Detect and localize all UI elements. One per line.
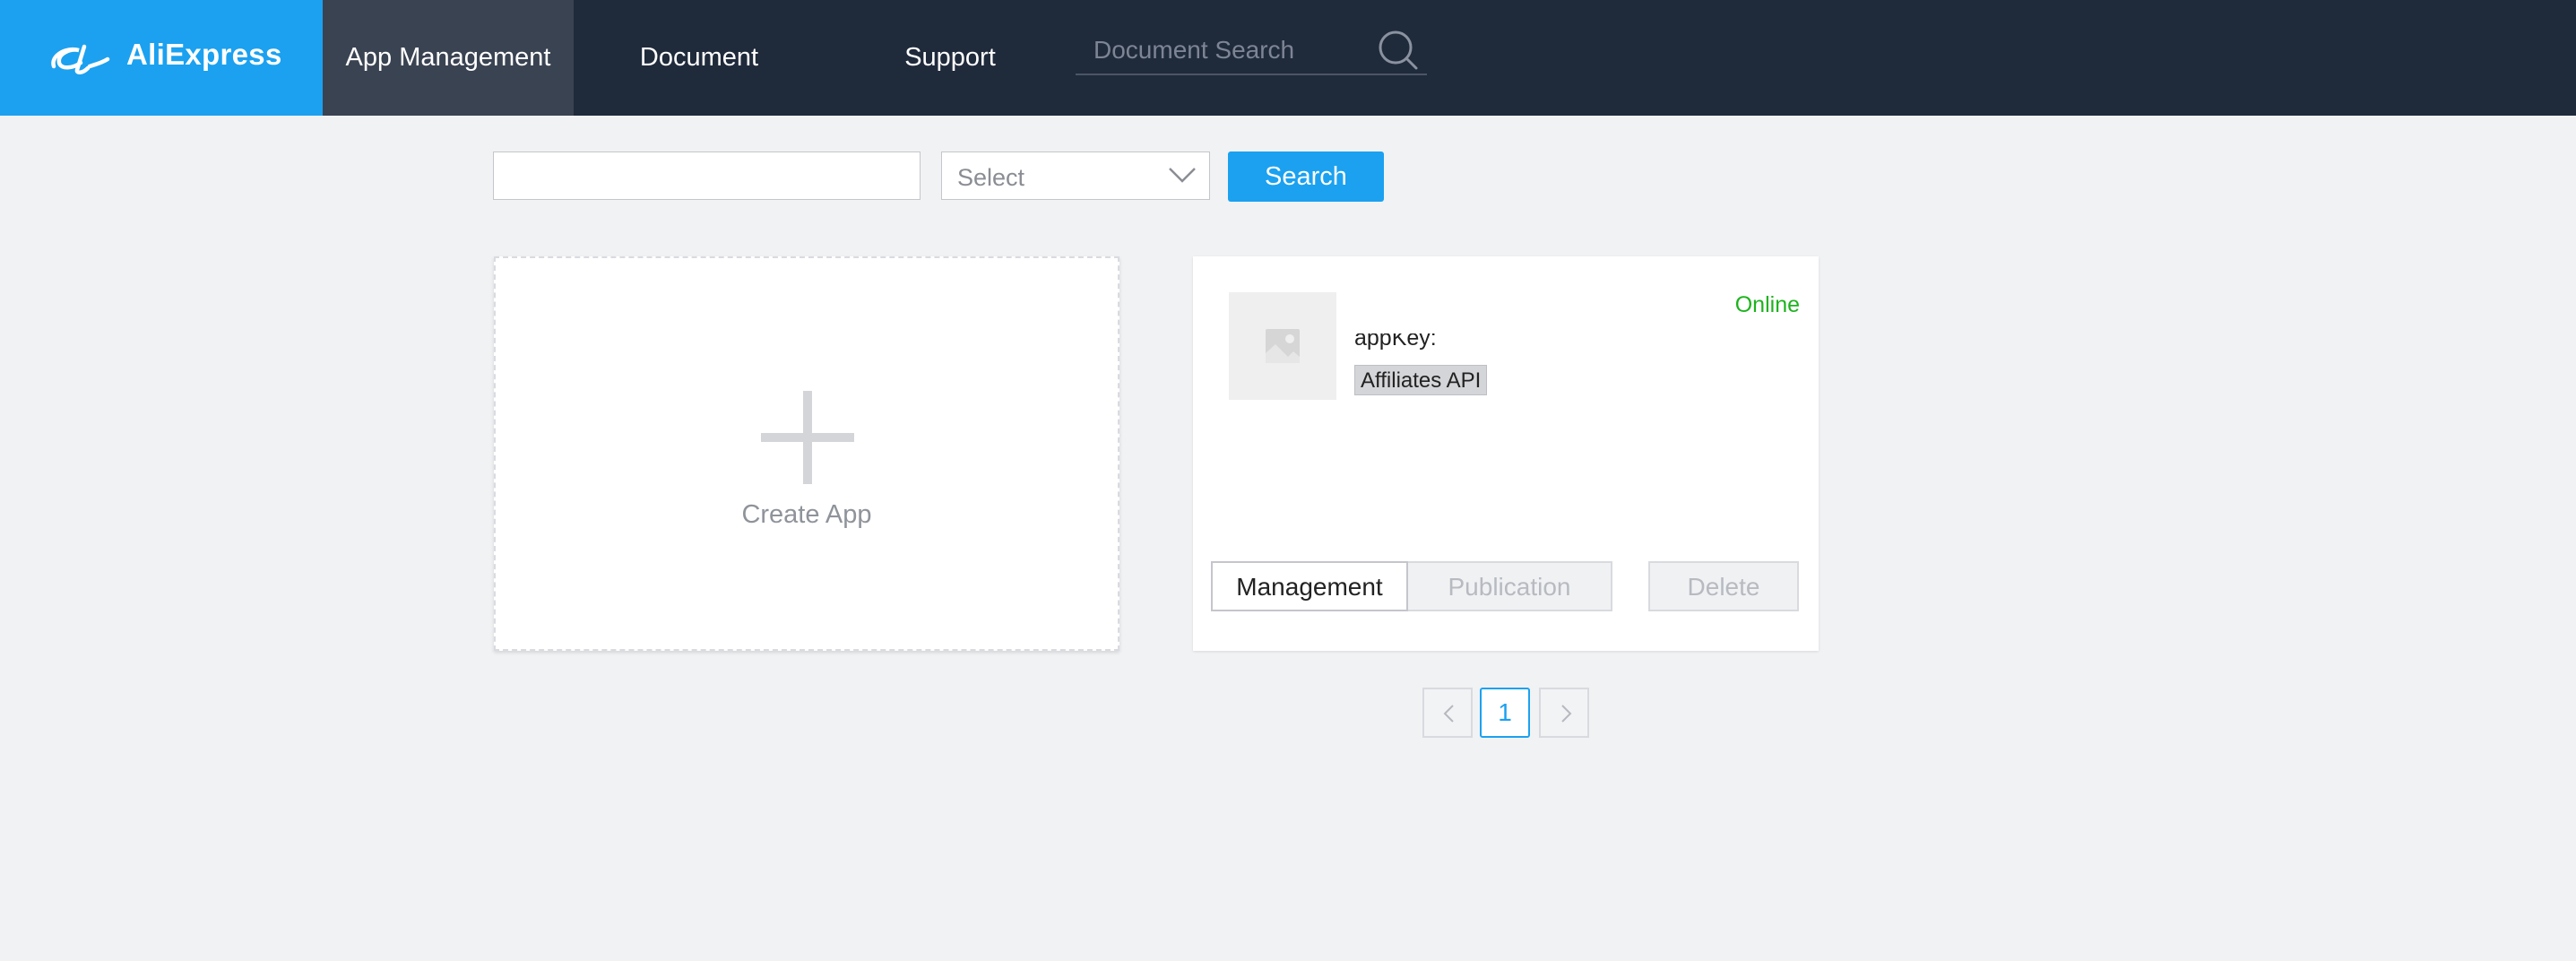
chevron-right-icon [1561, 705, 1572, 723]
nav-app-management[interactable]: App Management [323, 0, 574, 116]
create-app-label: Create App [741, 500, 872, 529]
status-badge: Online [1734, 292, 1800, 317]
next-page-button[interactable] [1539, 688, 1589, 738]
prev-page-button[interactable] [1422, 688, 1473, 738]
document-search [1076, 23, 1427, 75]
top-navigation-bar: AliExpress App Management Document Suppo… [0, 0, 2576, 116]
search-button[interactable]: Search [1228, 152, 1384, 202]
plus-icon [761, 391, 854, 484]
select-label: Select [957, 164, 1025, 191]
appkey-label: appKey: [1354, 333, 1437, 350]
appkey-line: appKey: [1354, 333, 1437, 350]
chevron-left-icon [1443, 705, 1454, 723]
publication-button[interactable]: Publication [1408, 561, 1612, 611]
nav-document[interactable]: Document [609, 0, 789, 116]
api-tag: Affiliates API [1354, 365, 1488, 395]
management-button[interactable]: Management [1211, 561, 1408, 611]
app-card: Online appKey: Affiliates API Management… [1193, 256, 1819, 651]
page-number-button[interactable]: 1 [1480, 688, 1530, 738]
aliexpress-logo-icon [51, 44, 110, 74]
search-icon[interactable] [1377, 29, 1420, 72]
app-thumbnail [1229, 292, 1336, 400]
delete-button[interactable]: Delete [1648, 561, 1799, 611]
document-search-input[interactable] [1092, 32, 1364, 68]
brand-name: AliExpress [126, 38, 282, 71]
image-placeholder-icon [1266, 329, 1300, 363]
create-app-card[interactable]: Create App [494, 256, 1119, 651]
brand-logo[interactable]: AliExpress [0, 0, 323, 116]
chevron-down-icon [1169, 168, 1196, 183]
app-search-input[interactable] [493, 152, 921, 200]
nav-support[interactable]: Support [860, 0, 1040, 116]
status-select[interactable]: Select [941, 152, 1210, 200]
